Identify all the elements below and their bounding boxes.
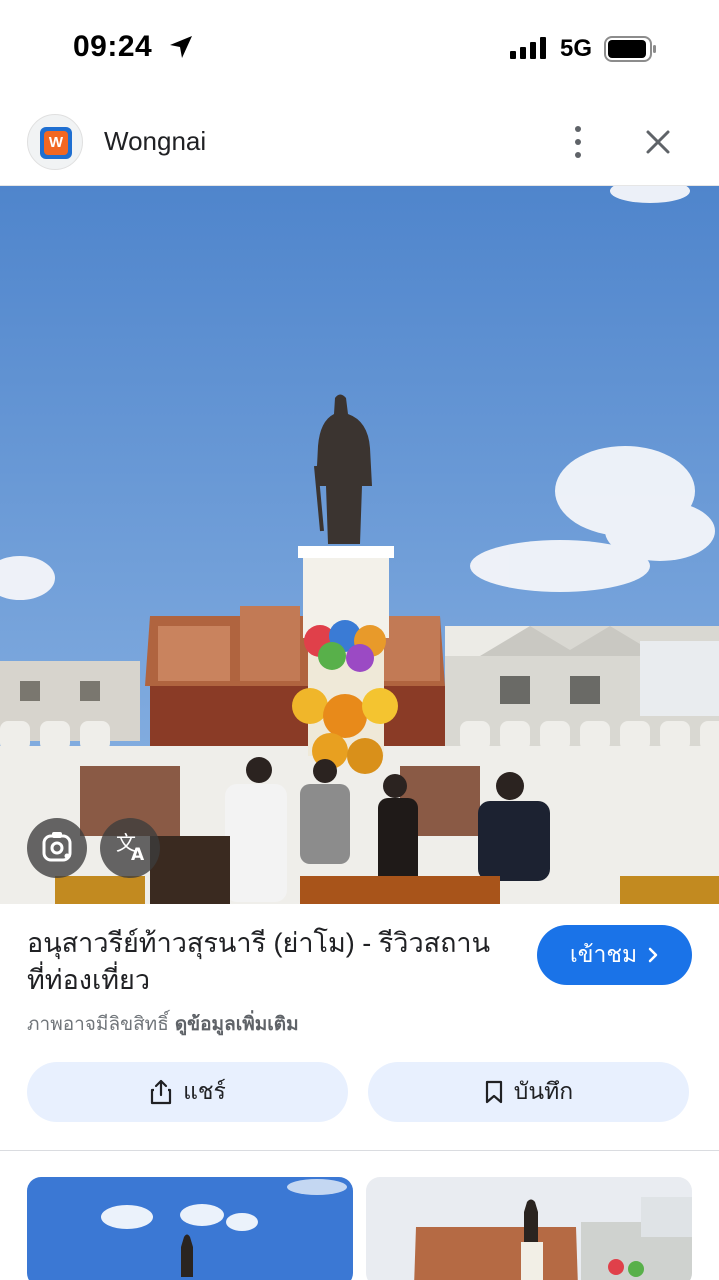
visit-button-label: เข้าชม	[569, 941, 638, 967]
logo-letter: W	[44, 131, 68, 155]
more-info-link[interactable]: ดูข้อมูลเพิ่มเติม	[175, 1014, 299, 1035]
bookmark-icon	[485, 1080, 502, 1104]
visit-button[interactable]: เข้าชม	[537, 925, 692, 985]
network-type: 5G	[560, 35, 593, 62]
cellular-signal-icon	[510, 37, 546, 59]
wongnai-logo-icon[interactable]: W	[27, 114, 83, 170]
related-image-thumbnail[interactable]	[366, 1177, 692, 1280]
related-image-thumbnail[interactable]	[27, 1177, 353, 1280]
source-name[interactable]: Wongnai	[104, 126, 206, 157]
result-title[interactable]: อนุสาวรีย์ท้าวสุรนารี (ย่าโม) - รีวิวสถา…	[27, 925, 507, 999]
copyright-notice: ภาพอาจมีลิขสิทธิ์ ดูข้อมูลเพิ่มเติม	[27, 1009, 299, 1039]
close-icon[interactable]	[640, 124, 676, 160]
status-time: 09:24	[73, 30, 153, 63]
status-bar: 09:24 5G	[0, 0, 719, 100]
share-button[interactable]: แชร์	[27, 1062, 348, 1122]
location-arrow-icon	[170, 36, 192, 58]
google-lens-icon[interactable]	[27, 818, 87, 878]
share-label: แชร์	[183, 1078, 226, 1104]
monument-photo[interactable]	[0, 186, 719, 904]
section-divider	[0, 1150, 719, 1151]
translate-icon[interactable]: 文 A	[100, 818, 160, 878]
copyright-text: ภาพอาจมีลิขสิทธิ์	[27, 1014, 169, 1035]
share-icon	[150, 1079, 172, 1105]
battery-icon	[604, 36, 656, 62]
save-label: บันทึก	[513, 1078, 574, 1104]
chevron-right-icon	[648, 947, 658, 963]
more-options-icon[interactable]	[560, 122, 596, 162]
save-button[interactable]: บันทึก	[368, 1062, 689, 1122]
source-header: W Wongnai	[0, 100, 719, 186]
svg-text:A: A	[131, 845, 145, 865]
